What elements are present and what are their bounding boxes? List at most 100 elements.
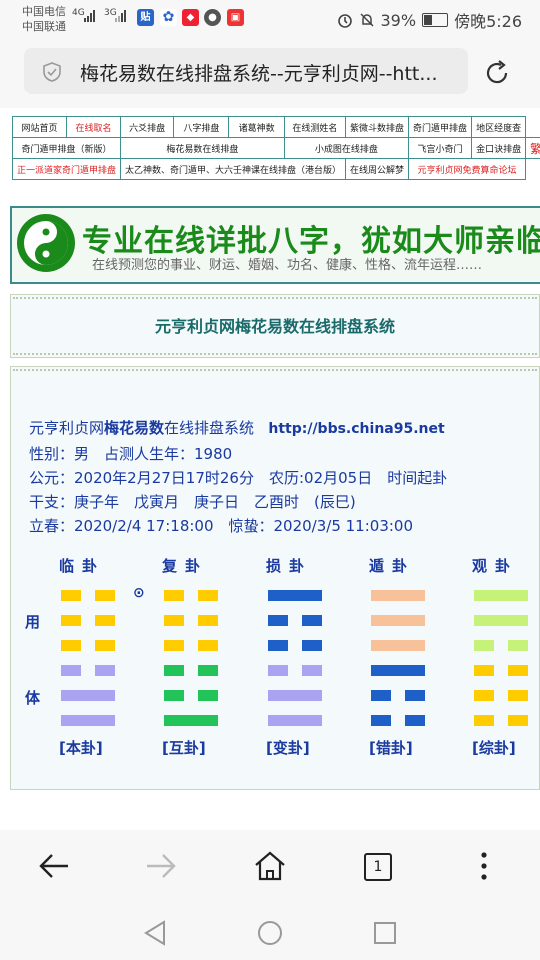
status-bar: 中国电信 中国联通 4G 3G 贴 ✿ ◆ ● ▣ 39% 傍晚5:26 xyxy=(0,0,540,36)
info-solar-terms: 立春：2020/2/4 17:18:00 惊蛰：2020/3/5 11:03:0… xyxy=(29,517,414,535)
nav-link[interactable]: 奇门遁甲排盘（新版） xyxy=(11,137,122,159)
nav-link[interactable]: 太乙神数、奇门遁甲、大六壬神课在线排盘（港台版） xyxy=(120,158,347,180)
nav-link[interactable]: 元亨利贞网免费算命论坛 xyxy=(408,158,527,180)
tabs-count-button[interactable]: 1 xyxy=(364,853,392,881)
nav-link[interactable]: 奇门遁甲排盘 xyxy=(408,116,473,138)
baidu-paw-icon: ✿ xyxy=(160,9,177,26)
yin-line xyxy=(371,715,425,726)
yin-line xyxy=(268,665,322,676)
app-notification-icon: 贴 xyxy=(137,9,154,26)
hexagram-role-label: [综卦] xyxy=(472,739,516,757)
yang-line xyxy=(474,590,528,601)
yang-line xyxy=(164,715,218,726)
yang-line xyxy=(61,715,115,726)
decorative-border xyxy=(13,297,537,305)
result-panel: 元亨利贞网梅花易数在线排盘系统 http://bbs.china95.net 性… xyxy=(10,366,540,790)
home-icon[interactable] xyxy=(253,850,287,882)
nav-link[interactable]: 正一派道家奇门遁甲排盘 xyxy=(11,158,122,180)
nav-link[interactable]: 网站首页 xyxy=(12,116,67,138)
hexagram-name: 遁卦 xyxy=(369,557,416,575)
yin-line xyxy=(164,665,218,676)
nav-link[interactable]: 在线取名 xyxy=(65,116,122,138)
yin-line xyxy=(474,715,528,726)
yang-line xyxy=(371,640,425,651)
hexagram-name: 临卦 xyxy=(59,557,106,575)
yin-line xyxy=(474,690,528,701)
signal-bars-2-icon xyxy=(115,10,126,22)
nav-link[interactable]: 小成图在线排盘 xyxy=(283,137,410,159)
clock: 傍晚5:26 xyxy=(454,12,522,31)
nav-link[interactable]: 在线测姓名 xyxy=(283,116,347,138)
yang-line xyxy=(268,690,322,701)
hexagram-area: 用 体 ⊙ 临卦 [本卦] 复卦 [互卦] 损卦 [变卦] 遁卦 [错卦] 观卦 [综卦] xyxy=(11,555,539,757)
nav-link[interactable]: 六爻排盘 xyxy=(120,116,175,138)
info-line-1: 元亨利贞网梅花易数在线排盘系统 http://bbs.china95.net xyxy=(29,417,445,438)
yang-line xyxy=(371,590,425,601)
yin-line xyxy=(61,640,115,651)
calendar-app-icon: ▣ xyxy=(227,9,244,26)
web-page: 网站首页 在线取名 六爻排盘 八字排盘 诸葛神数 在线测姓名 紫微斗数排盘 奇门… xyxy=(0,108,540,830)
nav-link[interactable]: 紫微斗数排盘 xyxy=(345,116,410,138)
yin-yang-icon xyxy=(17,214,75,272)
app-round-icon: ● xyxy=(204,9,221,26)
yin-line xyxy=(61,665,115,676)
title-panel: 元亨利贞网梅花易数在线排盘系统 xyxy=(10,294,540,358)
yang-line xyxy=(371,665,425,676)
reload-icon[interactable] xyxy=(482,58,512,88)
system-suffix: 在线排盘系统 xyxy=(164,419,255,437)
moving-line-marker: ⊙ xyxy=(133,585,145,601)
info-ganzhi: 干支：庚子年 戊寅月 庚子日 乙酉时 (辰巳) xyxy=(29,493,356,511)
ti-label: 体 xyxy=(25,689,41,707)
yin-line xyxy=(474,665,528,676)
browser-bottom-bar: 1 xyxy=(0,830,540,906)
url-text: 梅花易数在线排盘系统--元亨利贞网--htt... xyxy=(80,63,438,85)
status-right: 39% 傍晚5:26 xyxy=(337,8,522,32)
decorative-border xyxy=(13,347,537,355)
system-home-icon[interactable] xyxy=(257,920,283,946)
site-nav-table: 网站首页 在线取名 六爻排盘 八字排盘 诸葛神数 在线测姓名 紫微斗数排盘 奇门… xyxy=(11,116,540,180)
carrier-labels: 中国电信 中国联通 xyxy=(22,4,66,34)
more-menu-icon[interactable] xyxy=(478,850,490,882)
system-back-icon[interactable] xyxy=(143,920,167,946)
nav-link[interactable]: 飞宫小奇门 xyxy=(408,137,473,159)
yin-line xyxy=(474,640,528,651)
system-recents-icon[interactable] xyxy=(373,921,397,945)
system-name: 梅花易数 xyxy=(104,419,165,437)
ad-banner[interactable]: 专业在线详批八字，犹如大师亲临！ 在线预测您的事业、财运、婚姻、功名、健康、性格… xyxy=(10,206,540,284)
forum-link[interactable]: http://bbs.china95.net xyxy=(268,421,444,437)
yin-line xyxy=(268,615,322,626)
nav-link[interactable]: 诸葛神数 xyxy=(228,116,285,138)
nav-link[interactable]: 地区经度查 xyxy=(471,116,527,138)
nav-link[interactable]: 金口诀排盘 xyxy=(471,137,527,159)
back-arrow-icon[interactable] xyxy=(38,852,70,880)
yang-line xyxy=(474,615,528,626)
battery-percent: 39% xyxy=(380,10,417,30)
yin-line xyxy=(164,690,218,701)
app-weibo-icon: ◆ xyxy=(182,9,199,26)
nav-link[interactable]: 梅花易数在线排盘 xyxy=(120,137,285,159)
yong-label: 用 xyxy=(25,613,41,631)
battery-icon xyxy=(422,13,449,27)
forward-arrow-icon[interactable] xyxy=(145,852,177,880)
nav-link[interactable]: 在线周公解梦 xyxy=(345,158,410,180)
address-bar[interactable]: 梅花易数在线排盘系统--元亨利贞网--htt... xyxy=(24,48,468,94)
yin-line xyxy=(164,615,218,626)
yin-line xyxy=(164,640,218,651)
info-date: 公元：2020年2月27日17时26分 农历:02月05日 时间起卦 xyxy=(29,469,448,487)
yang-line xyxy=(61,690,115,701)
carrier-1: 中国电信 xyxy=(22,5,66,18)
hexagram-name: 损卦 xyxy=(266,557,313,575)
info-gender-year: 性别：男 占测人生年：1980 xyxy=(29,445,233,463)
yin-line xyxy=(268,640,322,651)
alarm-icon xyxy=(337,14,352,28)
yang-line xyxy=(268,715,322,726)
carrier-2: 中国联通 xyxy=(22,20,66,33)
signal-bars-1-icon xyxy=(84,10,95,22)
nav-link-traditional[interactable]: 繁體中文 xyxy=(525,137,540,159)
yang-line xyxy=(268,590,322,601)
hexagram-role-label: [变卦] xyxy=(266,739,310,757)
signal-4g-label: 4G xyxy=(72,8,85,18)
nav-link[interactable]: 八字排盘 xyxy=(173,116,230,138)
yin-line xyxy=(371,690,425,701)
site-name: 元亨利贞网 xyxy=(29,419,105,437)
